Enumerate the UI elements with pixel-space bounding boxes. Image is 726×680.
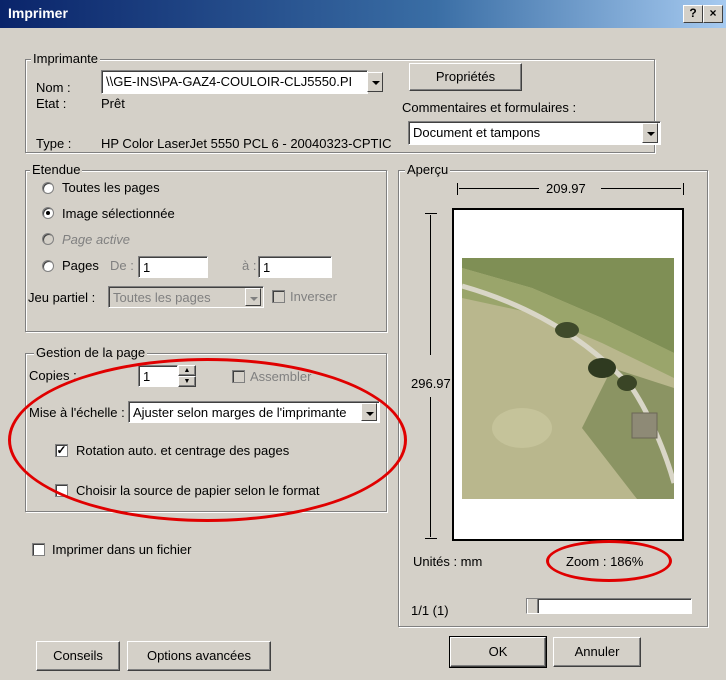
printer-name-value: \\GE-INS\PA-GAZ4-COULOIR-CLJ5550.PI xyxy=(106,74,353,89)
advanced-options-button[interactable]: Options avancées xyxy=(127,641,271,671)
subset-dropdown-arrow-icon xyxy=(245,288,261,306)
subset-label: Jeu partiel : xyxy=(28,290,96,305)
printer-name-dropdown-arrow-icon[interactable] xyxy=(367,72,383,92)
radio-active-page xyxy=(42,233,54,245)
radio-selected-image[interactable] xyxy=(42,207,54,219)
printer-name-select[interactable]: \\GE-INS\PA-GAZ4-COULOIR-CLJ5550.PI xyxy=(101,70,368,94)
radio-all-pages[interactable] xyxy=(42,182,54,194)
printer-legend: Imprimante xyxy=(31,51,101,66)
preview-legend: Aperçu xyxy=(405,162,451,177)
preview-slider[interactable] xyxy=(526,598,692,614)
printer-status-value: Prêt xyxy=(101,96,125,111)
print-to-file-checkbox[interactable] xyxy=(32,543,45,556)
print-to-file-label: Imprimer dans un fichier xyxy=(52,542,192,557)
annotation-ellipse-zoom xyxy=(546,540,672,582)
page-handling-legend: Gestion de la page xyxy=(34,345,148,360)
printer-name-label: Nom : xyxy=(36,80,71,95)
selected-image-label: Image sélectionnée xyxy=(62,206,175,221)
from-label: De : xyxy=(110,258,134,273)
radio-pages[interactable] xyxy=(42,260,54,272)
properties-button[interactable]: Propriétés xyxy=(409,63,522,91)
printer-type-label: Type : xyxy=(36,136,72,151)
to-label: à : xyxy=(242,258,257,273)
range-legend: Etendue xyxy=(30,162,83,177)
height-value: 296.97 xyxy=(411,376,451,391)
pages-label: Pages xyxy=(62,258,99,273)
help-button[interactable]: ? xyxy=(683,5,703,23)
comments-select[interactable]: Document et tampons xyxy=(408,121,661,145)
slider-thumb[interactable] xyxy=(527,599,539,613)
comments-dropdown-arrow-icon[interactable] xyxy=(642,123,658,143)
comments-value: Document et tampons xyxy=(413,125,541,140)
close-button[interactable]: × xyxy=(703,5,723,23)
tips-button[interactable]: Conseils xyxy=(36,641,120,671)
active-page-label: Page active xyxy=(62,232,130,247)
aerial-photo-image xyxy=(462,258,674,499)
all-pages-label: Toutes les pages xyxy=(62,180,160,195)
reverse-checkbox xyxy=(272,290,285,303)
comments-label: Commentaires et formulaires : xyxy=(402,100,577,115)
printer-status-label: Etat : xyxy=(36,96,67,111)
annotation-ellipse-page-handling xyxy=(8,358,407,522)
subset-value: Toutes les pages xyxy=(113,290,211,305)
subset-select: Toutes les pages xyxy=(108,286,264,308)
window-title: Imprimer xyxy=(8,5,68,21)
to-input[interactable]: 1 xyxy=(258,256,332,278)
printer-type-value: HP Color LaserJet 5550 PCL 6 - 20040323-… xyxy=(101,136,392,151)
from-input[interactable]: 1 xyxy=(138,256,208,278)
page-counter: 1/1 (1) xyxy=(411,603,449,618)
reverse-label: Inverser xyxy=(290,289,337,304)
width-value: 209.97 xyxy=(546,181,586,196)
cancel-button[interactable]: Annuler xyxy=(553,637,641,667)
ok-button[interactable]: OK xyxy=(449,636,547,668)
units-label: Unités : mm xyxy=(413,554,483,569)
title-bar xyxy=(0,0,726,28)
